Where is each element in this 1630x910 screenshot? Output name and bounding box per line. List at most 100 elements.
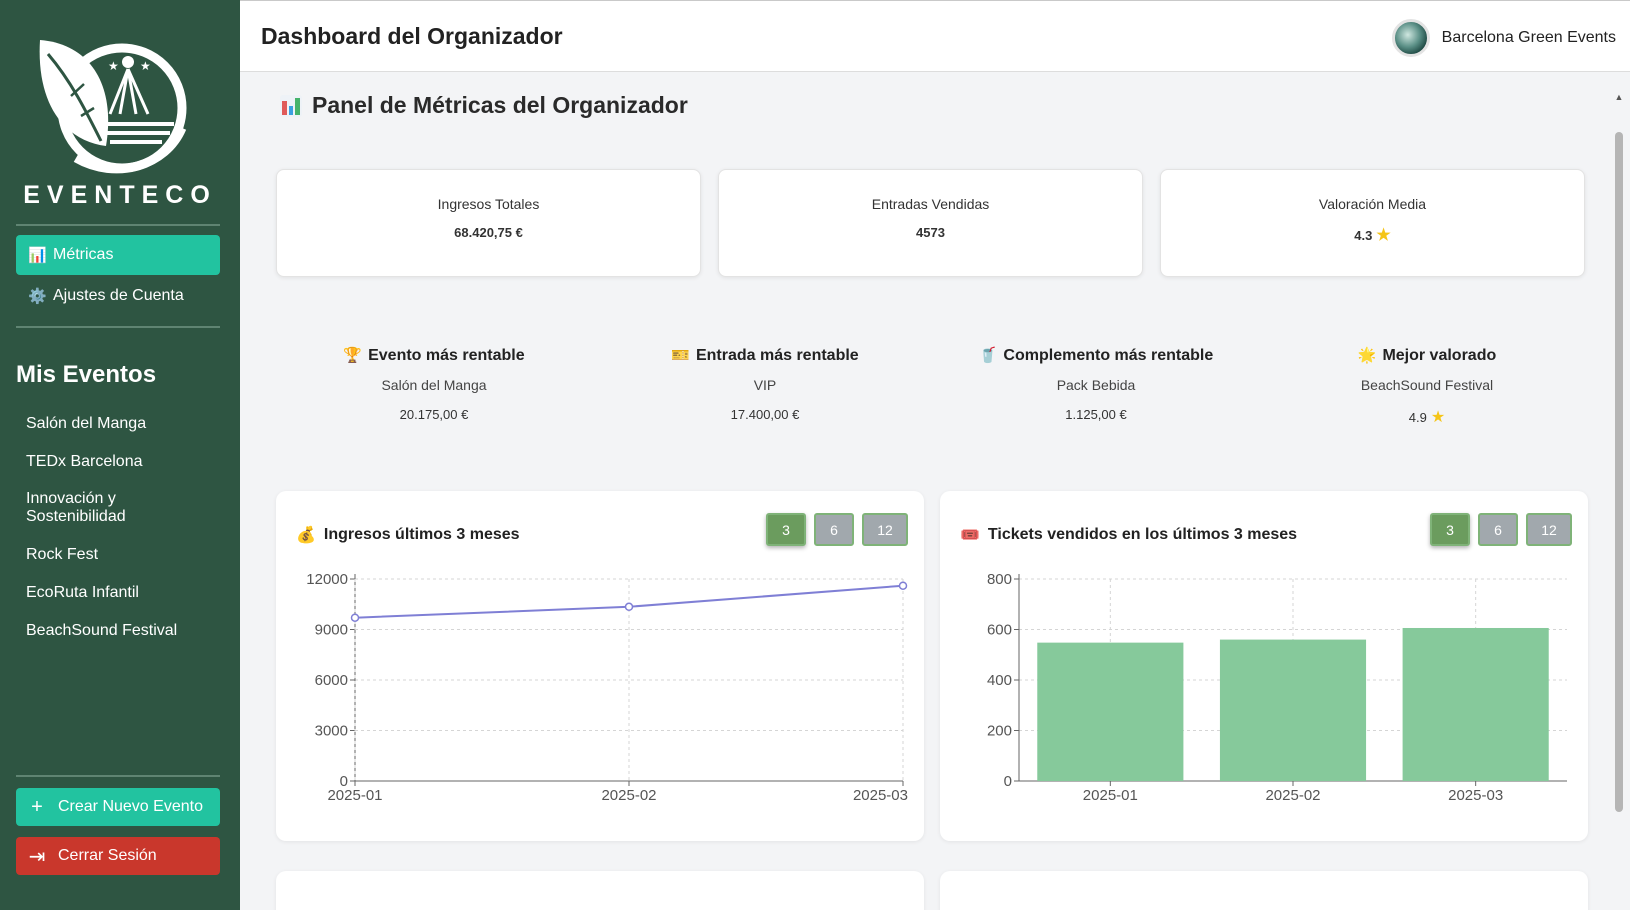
stat-label: Entradas Vendidas [871,196,990,212]
highlight-title: 🌟 Mejor valorado [1277,346,1577,365]
drink-icon: 🥤 [978,347,998,364]
y-tick-label: 12000 [306,571,348,588]
highlight-name: Pack Bebida [1056,377,1136,393]
x-tick-label: 2025-02 [601,787,656,804]
x-tick-label: 2025-03 [853,787,908,804]
sidebar-item-label: Métricas [53,246,114,263]
range-3-button[interactable]: 3 [766,513,806,546]
eventeco-logo: ★ ★ ★ [39,40,187,174]
highlight-title: 🎫 Entrada más rentable [615,346,915,365]
section-title-mis-eventos: Mis Eventos [16,361,157,388]
highlight-name: Salón del Manga [381,377,487,393]
bar [1219,639,1367,781]
x-tick-label: 2025-01 [327,787,382,804]
ticket-icon: 🎫 [671,347,690,364]
logout-button[interactable]: ⇥ Cerrar Sesión [16,837,220,875]
chart-title-text: Tickets vendidos en los últimos 3 meses [987,526,1298,543]
highlight-name: VIP [753,377,777,393]
y-tick-label: 0 [1004,773,1012,790]
panel-title: Panel de Métricas del Organizador [280,92,688,119]
chart-card-partial [940,871,1588,910]
revenue-chart-card: 💰 Ingresos últimos 3 meses 3 6 12 0 3000 6… [276,491,924,841]
tickets-bar-chart: 0 200 400 600 800 2025-01 2025-02 2025-03 [987,571,1567,804]
series-line [354,584,904,619]
sidebar-item-ajustes[interactable]: ⚙️ Ajustes de Cuenta [16,276,220,316]
chart-title-text: Ingresos últimos 3 meses [323,526,520,543]
highlight-title-text: Mejor valorado [1382,347,1497,364]
create-event-button[interactable]: + Crear Nuevo Evento [16,788,220,826]
logout-label: Cerrar Sesión [58,847,157,864]
event-link[interactable]: TEDx Barcelona [26,453,226,471]
highlight-title-text: Complemento más rentable [1003,347,1214,364]
x-tick-label: 2025-02 [1265,787,1320,804]
star-icon: ★ [1376,227,1391,244]
y-tick-label: 3000 [315,723,348,740]
x-tick-label: 2025-01 [1083,787,1138,804]
chart-title: 🎟️ Tickets vendidos en los últimos 3 mes… [960,525,1297,545]
scrollbar[interactable]: ▲ [1614,92,1624,812]
event-link[interactable]: Salón del Manga [26,415,226,433]
highlight-title: 🥤 Complemento más rentable [946,346,1246,365]
highlight-value: 17.400,00 € [730,407,800,422]
event-link[interactable]: Rock Fest [26,546,226,564]
highlight-mejor-valorado: 🌟 Mejor valorado BeachSound Festival 4.9 ★ [1277,346,1577,427]
page-title: Dashboard del Organizador [261,23,563,49]
event-link[interactable]: Innovación y Sostenibilidad [26,490,166,526]
event-link[interactable]: BeachSound Festival [26,622,226,640]
y-tick-label: 6000 [315,672,348,689]
sun-icon: 🌟 [1357,347,1377,364]
create-event-label: Crear Nuevo Evento [58,798,203,815]
bar-chart-icon: 📊 [28,247,47,264]
bar-chart-icon [280,94,302,117]
bar [1402,627,1549,781]
sidebar-item-label: Ajustes de Cuenta [53,287,184,304]
range-6-button[interactable]: 6 [1478,513,1518,546]
svg-text:★: ★ [140,59,151,73]
panel-title-text: Panel de Métricas del Organizador [312,92,688,118]
user-menu[interactable]: Barcelona Green Events [1391,19,1616,57]
highlight-value: 20.175,00 € [399,407,469,422]
user-name: Barcelona Green Events [1441,29,1616,46]
stat-label: Ingresos Totales [437,196,540,212]
range-12-button[interactable]: 12 [1526,513,1572,546]
scroll-up-icon[interactable]: ▲ [1614,92,1624,102]
data-point [350,613,360,622]
range-6-button[interactable]: 6 [814,513,854,546]
highlight-value: 4.9 ★ [1277,407,1577,427]
highlight-title: 🏆 Evento más rentable [284,346,584,365]
range-selector: 3 6 12 [1430,513,1572,546]
divider [16,224,220,226]
scroll-thumb[interactable] [1615,132,1623,812]
chart-title: 💰 Ingresos últimos 3 meses [296,525,520,545]
trophy-icon: 🏆 [343,347,363,364]
avatar [1391,19,1430,57]
data-point [898,581,908,590]
brand-name: EVENTECO [23,181,217,209]
divider [16,775,220,777]
chart-card-partial [276,871,924,910]
data-point [624,602,634,612]
y-tick-label: 800 [987,571,1012,588]
stat-value: 68.420,75 € [454,225,523,240]
highlight-title-text: Evento más rentable [368,347,525,364]
range-3-button[interactable]: 3 [1430,513,1470,546]
money-bag-icon: 💰 [296,527,316,544]
highlight-complemento: 🥤 Complemento más rentable Pack Bebida 1.… [946,346,1246,422]
main-content: Panel de Métricas del Organizador Ingres… [240,72,1630,910]
y-tick-label: 600 [987,622,1012,639]
highlight-title-text: Entrada más rentable [695,347,859,364]
highlight-name: BeachSound Festival [1360,377,1494,393]
star-icon: ★ [1430,409,1446,426]
divider [16,326,220,328]
range-12-button[interactable]: 12 [862,513,908,546]
top-header: Dashboard del Organizador Barcelona Gree… [240,0,1630,72]
sidebar: ★ ★ ★ EVENTECO 📊 Métricas ⚙️ Ajustes de … [0,0,240,910]
event-link[interactable]: EcoRuta Infantil [26,584,226,602]
highlight-entrada: 🎫 Entrada más rentable VIP 17.400,00 € [615,346,915,422]
bar [1037,642,1184,781]
stat-label: Valoración Media [1318,196,1427,212]
stat-card-entradas: Entradas Vendidas 4573 [718,169,1143,277]
logout-icon: ⇥ [28,845,46,868]
highlight-evento: 🏆 Evento más rentable Salón del Manga 20.… [284,346,584,422]
sidebar-item-metricas[interactable]: 📊 Métricas [16,235,220,275]
